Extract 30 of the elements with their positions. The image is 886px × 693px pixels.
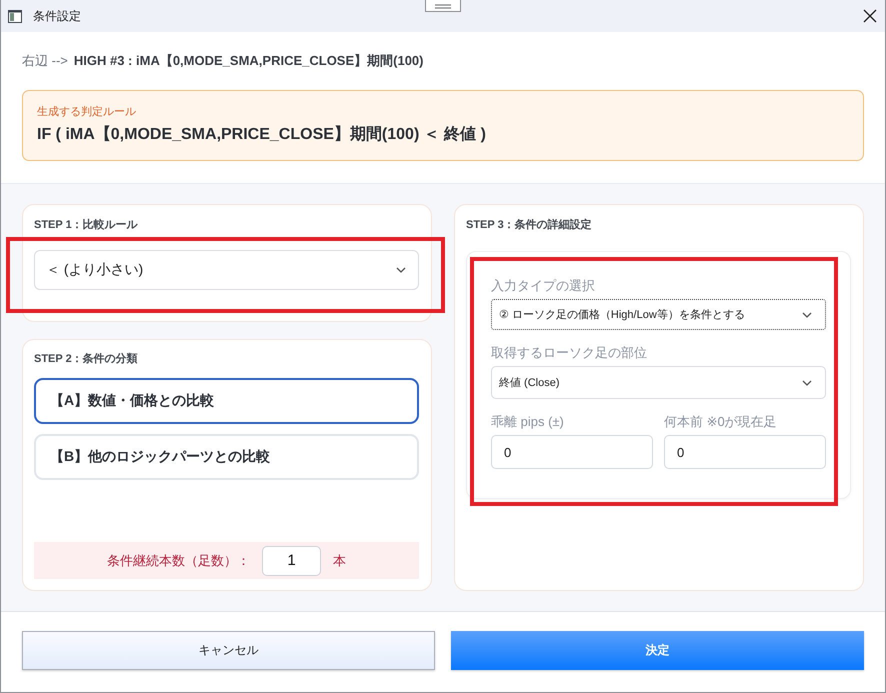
step-title: STEP 1：比較ルール — [34, 218, 139, 233]
field-label: 乖離 pips (±) — [491, 413, 565, 431]
step-title: STEP 3：条件の詳細設定 — [466, 218, 593, 233]
dropdown-field[interactable]: ② ローソク足の価格（High/Low等）を条件とする — [491, 299, 826, 330]
window-title: 条件設定 — [33, 8, 81, 24]
category-option[interactable]: 【A】数値・価格との比較 — [34, 378, 419, 424]
field-label: 何本前 ※0が現在足 — [664, 413, 778, 431]
field-label: 取得するローソク足の部位 — [491, 344, 648, 362]
breadcrumb-label: 右辺 --> — [22, 52, 68, 70]
field-label: 入力タイプの選択 — [491, 277, 596, 295]
count-label: 条件継続本数（足数）： — [107, 552, 250, 570]
comparison-select[interactable]: ＜ (より小さい) — [34, 250, 419, 290]
dropdown-field[interactable]: 終値 (Close) — [491, 366, 826, 399]
unit-label: 本 — [333, 552, 346, 570]
rule-label: 生成する判定ルール — [37, 104, 137, 120]
category-option[interactable]: 【B】他のロジックパーツとの比較 — [34, 434, 419, 480]
cancel-button[interactable]: キャンセル — [22, 631, 435, 670]
window-icon — [8, 10, 22, 22]
chevron-down-icon — [802, 380, 812, 386]
count-input[interactable]: 1 — [262, 546, 321, 576]
grip-handle-icon[interactable] — [425, 0, 461, 12]
chevron-down-icon — [396, 267, 406, 273]
close-icon — [863, 9, 877, 23]
input-field[interactable]: 0 — [664, 435, 826, 469]
chevron-down-icon — [802, 312, 812, 318]
input-field[interactable]: 0 — [491, 435, 653, 469]
step-title: STEP 2：条件の分類 — [34, 352, 139, 367]
close-button[interactable] — [863, 9, 877, 23]
breadcrumb-text: HIGH #3 : iMA【0,MODE_SMA,PRICE_CLOSE】期間(100) — [74, 52, 424, 70]
rule-text: IF ( iMA【0,MODE_SMA,PRICE_CLOSE】期間(100) ＜ 終値 ) — [37, 124, 487, 145]
